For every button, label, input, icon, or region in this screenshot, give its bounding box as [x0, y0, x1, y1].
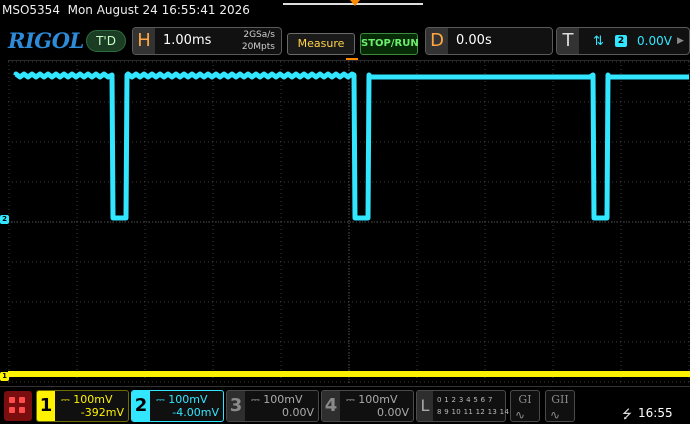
ch1-offset-marker[interactable]: 1: [0, 372, 9, 381]
sine-wave-icon: ∿: [550, 408, 561, 422]
main-menu-button[interactable]: [4, 391, 32, 421]
bottom-bar: 1 ⎓ 100mV -392mV 2 ⎓ 100mV -4.00mV 3 ⎓ 1…: [0, 386, 690, 424]
sine-wave-icon: ∿: [515, 408, 526, 422]
channel-3-offset: 0.00V: [281, 406, 314, 419]
status-bar: MSO5354 Mon August 24 16:55:41 2026: [0, 0, 690, 22]
channel-2-number: 2: [132, 391, 150, 421]
memory-depth: 20Mpts: [241, 42, 275, 52]
logic-label: L: [417, 391, 433, 421]
stop-run-button[interactable]: STOP/RUN: [360, 33, 419, 55]
channel-1-scale: ⎓ 100mV: [61, 393, 113, 406]
trigger-source: 2: [615, 35, 627, 47]
clock: 16:55: [638, 406, 673, 420]
channel-1-offset: -392mV: [80, 406, 124, 419]
channel-2-scale: ⎓ 100mV: [156, 393, 208, 406]
delay-letter: D: [426, 28, 448, 54]
delay-value: 0.00s: [456, 33, 492, 48]
channel-3-number: 3: [227, 391, 245, 421]
trigger-level: 0.00V: [637, 34, 672, 48]
generator-2-box[interactable]: GII ∿: [545, 390, 575, 422]
trigger-slope-icon: ⇅: [593, 34, 604, 49]
logic-analyzer-box[interactable]: L 0 1 2 3 4 5 6 7 8 9 10 11 12 13 14 15: [416, 390, 521, 422]
usb-icon: ⭍: [622, 407, 632, 421]
td-button[interactable]: T'D: [86, 30, 126, 52]
chevron-right-icon: ▶: [677, 36, 684, 46]
channel-1-box[interactable]: 1 ⎓ 100mV -392mV: [36, 390, 129, 422]
channel-2-offset: -4.00mV: [172, 406, 219, 419]
channel-2-box[interactable]: 2 ⎓ 100mV -4.00mV: [131, 390, 224, 422]
acquisition-info: 2GSa/s 20Mpts: [242, 29, 275, 53]
ch2-offset-marker[interactable]: 2: [0, 215, 9, 224]
channel-3-box[interactable]: 3 ⎓ 100mV 0.00V: [226, 390, 319, 422]
channel-4-box[interactable]: 4 ⎓ 100mV 0.00V: [321, 390, 414, 422]
generator-1-label: GI: [518, 393, 532, 406]
horizontal-panel[interactable]: H 1.00ms 2GSa/s 20Mpts: [132, 27, 282, 55]
trigger-letter: T: [557, 28, 579, 54]
logic-channels-low: 0 1 2 3 4 5 6 7: [437, 396, 493, 404]
channel-3-scale: ⎓ 100mV: [251, 393, 303, 406]
horizontal-letter: H: [133, 28, 155, 54]
generator-2-label: GII: [551, 393, 569, 406]
waveform-svg: [8, 61, 690, 383]
trigger-position-bar[interactable]: [283, 0, 423, 6]
rigol-logo: RIGOL: [8, 28, 84, 53]
channel-1-number: 1: [37, 391, 55, 421]
generator-1-box[interactable]: GI ∿: [510, 390, 540, 422]
datetime: Mon August 24 16:55:41 2026: [67, 3, 250, 17]
channel-4-offset: 0.00V: [376, 406, 409, 419]
timebase-value: 1.00ms: [163, 33, 212, 48]
logic-channels-high: 8 9 10 11 12 13 14 15: [437, 408, 522, 416]
channel-4-scale: ⎓ 100mV: [346, 393, 398, 406]
model-datetime: MSO5354 Mon August 24 16:55:41 2026: [2, 3, 250, 17]
sample-rate: 2GSa/s: [243, 30, 275, 40]
waveform-display[interactable]: [8, 60, 690, 383]
trigger-panel[interactable]: T ⇅ 2 0.00V ▶: [556, 27, 690, 55]
delay-panel[interactable]: D 0.00s: [425, 27, 553, 55]
model-name: MSO5354: [2, 3, 60, 17]
channel-1-trace: [8, 371, 690, 377]
toolbar: RIGOL T'D H 1.00ms 2GSa/s 20Mpts Measure…: [0, 24, 690, 58]
channel-4-number: 4: [322, 391, 340, 421]
channel-2-trace: [13, 71, 689, 221]
trigger-position-marker: [350, 0, 360, 6]
measure-button[interactable]: Measure: [287, 33, 355, 55]
